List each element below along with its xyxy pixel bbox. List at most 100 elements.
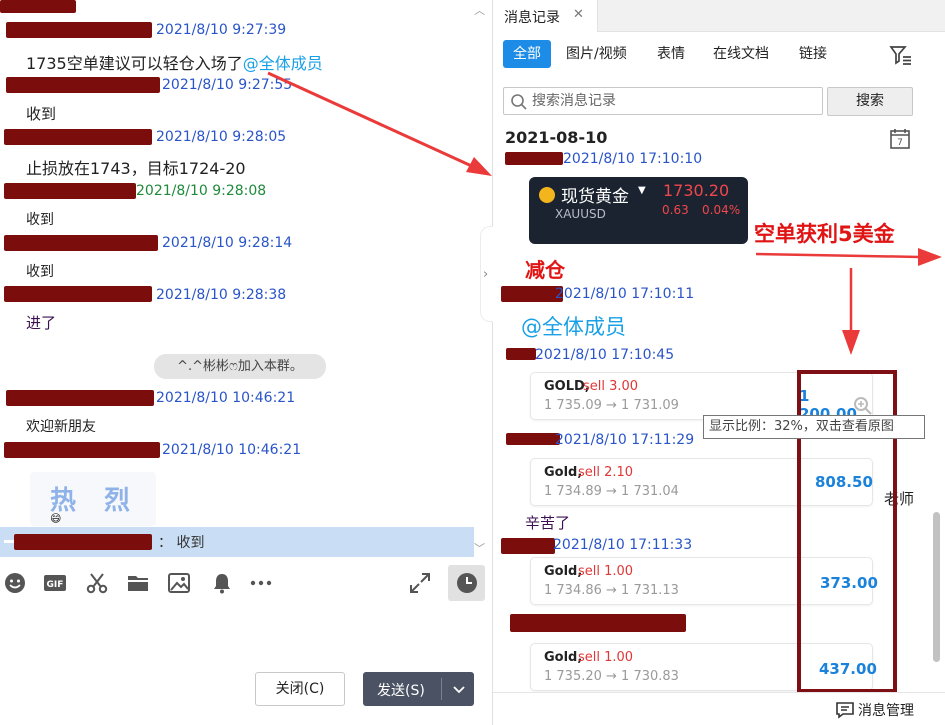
emoji-icon: 😄 [50,512,62,525]
reply-preview-text: ： 收到 [158,535,205,551]
redacted-sender [501,286,563,302]
search-icon [511,94,527,110]
redacted-sender [6,77,160,93]
date-heading: 2021-08-10 [505,128,608,147]
redacted-sender [4,286,152,302]
scrollbar-thumb[interactable] [933,512,940,662]
redacted-sender [6,390,154,406]
filter-links[interactable]: 链接 [799,40,827,68]
redacted-sender [4,235,158,251]
filter-stickers[interactable]: 表情 [657,40,685,68]
trade-range: 1 734.86 → 1 731.13 [544,583,679,598]
system-notice: ^.^彬彬ෆ加入本群。 [154,354,326,379]
trade-range: 1 735.09 → 1 731.09 [544,398,679,413]
quote-card[interactable]: 现货黄金 ▼ XAUUSD 1730.20 0.63 0.04% [529,177,748,244]
message-text: 收到 [26,264,54,280]
trade-side: sell 1.00 [578,564,634,579]
trade-side: sell 1.00 [578,650,634,665]
message-time: 2021/8/10 17:10:45 [535,347,675,363]
close-icon[interactable]: ✕ [573,7,584,22]
chevron-up-icon[interactable]: ︿ [474,2,485,18]
trade-symbol: Gold, [544,465,583,480]
chevron-down-icon[interactable]: ﹀ [474,540,485,556]
redacted-sender [510,614,686,632]
message-time: 2021/8/10 17:11:33 [553,537,693,553]
message-history-pane: 消息记录 ✕ 全部 图片/视频 表情 在线文档 链接 搜索 2021-08-10 [493,0,945,725]
separator [441,678,442,700]
redacted-sender [506,433,560,445]
chat-pane: ︿ 2021/8/10 9:27:39 1735空单建议可以轻仓入场了@全体成员… [0,0,492,725]
image-icon[interactable] [167,571,191,595]
app-window: ︿ 2021/8/10 9:27:39 1735空单建议可以轻仓入场了@全体成员… [0,0,945,725]
quote-change: 0.63 [662,203,689,217]
send-button-label: 发送(S) [377,683,425,699]
filter-all[interactable]: 全部 [503,40,551,68]
history-clock-button[interactable] [448,565,485,601]
redacted-name [0,0,76,13]
filter-settings-icon[interactable] [889,44,913,66]
message-time: 2021/8/10 17:10:10 [563,151,703,167]
svg-text:GIF: GIF [47,580,64,590]
mention-all[interactable]: @全体成员 [243,54,323,73]
filter-images-video[interactable]: 图片/视频 [566,40,627,68]
folder-icon[interactable] [126,571,150,595]
message-time: 2021/8/10 9:28:38 [156,287,287,303]
message-text: 收到 [26,212,54,228]
caret-down-icon: ▼ [638,185,646,196]
mention-all[interactable]: @全体成员 [521,311,626,341]
message-text: 欢迎新朋友 [26,419,96,435]
calendar-icon[interactable]: 7 [889,128,911,150]
trade-side: sell 3.00 [583,379,639,394]
message-time: 2021/8/10 17:10:11 [555,286,695,302]
bell-icon[interactable] [210,571,234,595]
trade-range: 1 734.89 → 1 731.04 [544,484,679,499]
search-field[interactable] [503,87,823,115]
message-time: 2021/8/10 9:28:14 [162,235,293,251]
emoji-icon[interactable] [3,571,27,595]
message-manager-button[interactable]: 消息管理 [858,700,914,720]
chevron-right-icon: › [483,267,489,282]
message-text: 辛苦了 [525,514,571,532]
sticker-image[interactable]: 热 烈 😄 [30,472,156,526]
quote-symbol: XAUUSD [555,207,606,221]
zoom-tooltip: 显示比例：32%，双击查看原图 [703,415,925,439]
filter-online-docs[interactable]: 在线文档 [713,40,769,68]
history-footer: 消息管理 [493,692,945,725]
tab-label: 消息记录 [504,10,560,26]
message-text: 进了 [26,314,57,332]
bar-marker [4,540,14,543]
message-time: 2021/8/10 9:27:39 [156,22,287,38]
history-tabbar: 消息记录 ✕ [493,0,945,32]
quote-change-pct: 0.04% [702,203,741,217]
reply-preview-bar[interactable]: ： 收到 [0,527,474,557]
quote-price: 1730.20 [663,181,730,200]
redacted-sender [505,152,563,165]
annotation-reduce: 减仓 [525,258,565,282]
search-button[interactable]: 搜索 [827,87,913,116]
trade-symbol: Gold, [544,650,583,665]
message-time: 2021/8/10 9:27:55 [162,77,293,93]
input-toolbar: GIF [0,565,492,601]
trade-side: sell 2.10 [578,465,634,480]
expand-icon[interactable] [408,571,432,595]
redacted-sender [4,442,160,458]
search-input[interactable] [532,91,817,111]
tab-message-history[interactable]: 消息记录 ✕ [493,0,598,32]
gif-icon[interactable]: GIF [43,571,67,595]
more-icon[interactable] [249,571,273,595]
quote-name: 现货黄金 [561,187,629,207]
chevron-down-icon[interactable] [449,678,469,700]
trade-symbol: Gold, [544,564,583,579]
redacted-sender [501,538,555,554]
message-time: 2021/8/10 9:28:05 [156,129,287,145]
collapse-handle[interactable]: › [480,226,494,322]
close-button[interactable]: 关闭(C) [255,672,345,706]
message-manager-icon[interactable] [836,701,854,719]
scissors-icon[interactable] [85,571,109,595]
message-text: 止损放在1743，目标1724-20 [26,159,246,178]
svg-text:7: 7 [897,138,903,148]
message-body: 1735空单建议可以轻仓入场了 [26,54,243,73]
redacted-sender [6,22,152,38]
send-button[interactable]: 发送(S) [363,672,474,706]
sticker-text: 烈 [104,486,131,516]
